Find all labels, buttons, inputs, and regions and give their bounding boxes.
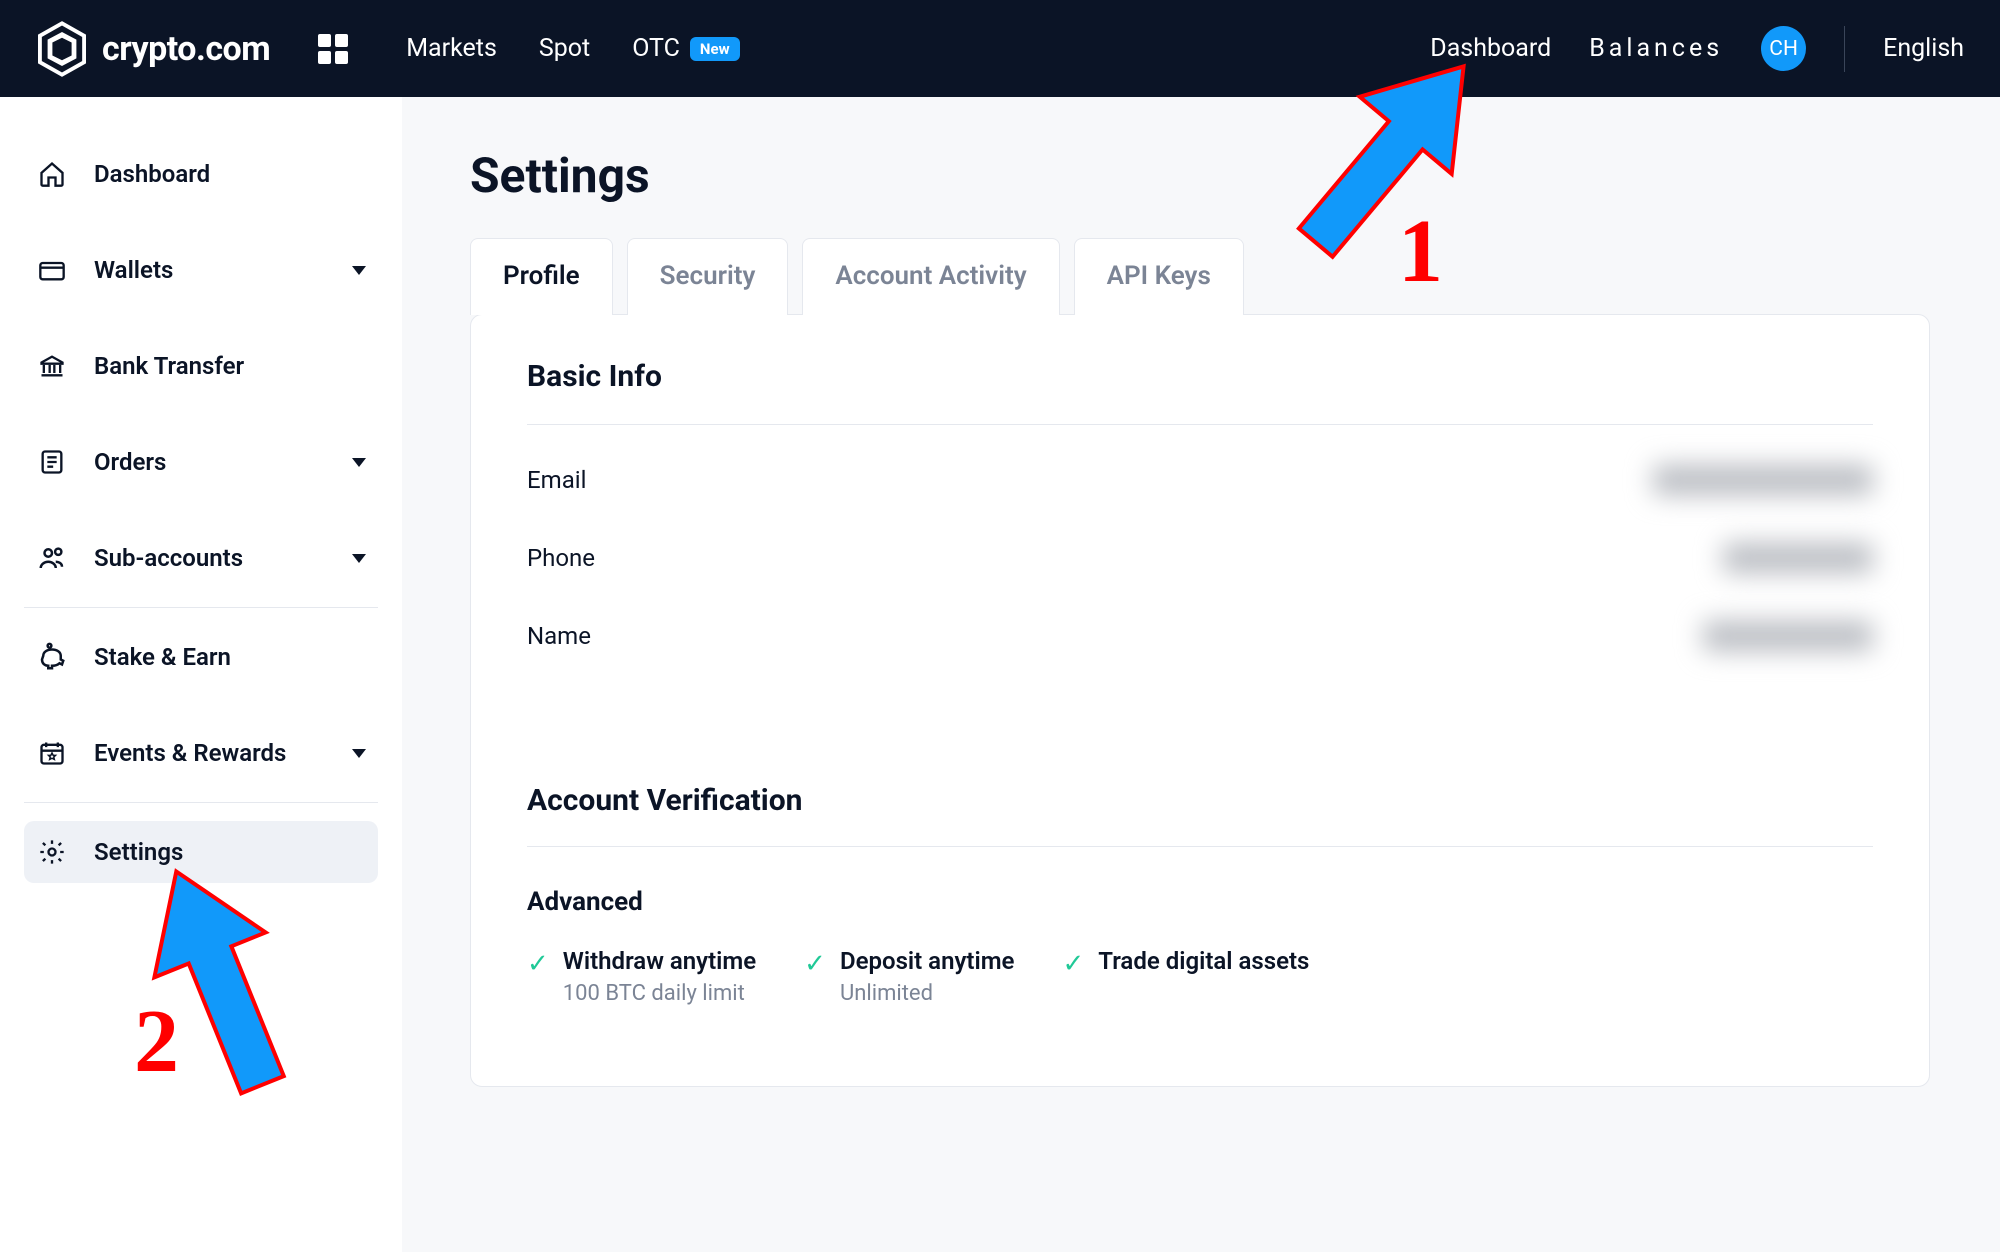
top-nav-left: crypto.com Markets Spot OTC New bbox=[36, 19, 740, 79]
advanced-features-row: ✓ Withdraw anytime 100 BTC daily limit ✓… bbox=[527, 947, 1873, 1006]
sidebar-item-label: Events & Rewards bbox=[94, 739, 286, 767]
field-value-phone-redacted bbox=[1723, 543, 1873, 573]
check-icon: ✓ bbox=[1062, 949, 1084, 979]
nav-link-otc-label: OTC bbox=[632, 34, 680, 63]
badge-new: New bbox=[690, 37, 740, 61]
divider bbox=[527, 424, 1873, 425]
orders-icon bbox=[36, 446, 68, 478]
check-icon: ✓ bbox=[804, 949, 826, 979]
top-nav-links: Markets Spot OTC New bbox=[406, 34, 739, 63]
main-content: Settings Profile Security Account Activi… bbox=[402, 97, 2000, 1252]
nav-link-spot[interactable]: Spot bbox=[539, 34, 590, 63]
brand-logo-text: crypto.com bbox=[102, 29, 270, 69]
field-row-email: Email bbox=[527, 465, 1873, 495]
language-selector[interactable]: English bbox=[1883, 34, 1964, 63]
advanced-sublabel: 100 BTC daily limit bbox=[563, 981, 756, 1006]
settings-tabs: Profile Security Account Activity API Ke… bbox=[470, 238, 1930, 315]
divider bbox=[527, 846, 1873, 847]
sidebar-item-label: Sub-accounts bbox=[94, 544, 243, 572]
nav-link-balances[interactable]: Balances bbox=[1589, 34, 1723, 63]
sidebar-item-orders[interactable]: Orders bbox=[24, 431, 378, 493]
advanced-label: Trade digital assets bbox=[1098, 947, 1309, 975]
sidebar-divider bbox=[24, 607, 378, 608]
avatar-initials: CH bbox=[1769, 37, 1798, 61]
basic-info-title: Basic Info bbox=[527, 359, 1873, 394]
chevron-down-icon bbox=[352, 554, 366, 563]
nav-link-markets[interactable]: Markets bbox=[406, 34, 497, 63]
sidebar-item-events-rewards[interactable]: Events & Rewards bbox=[24, 722, 378, 784]
advanced-title: Advanced bbox=[527, 887, 1873, 917]
avatar[interactable]: CH bbox=[1761, 26, 1806, 71]
field-label-phone: Phone bbox=[527, 544, 595, 572]
check-icon: ✓ bbox=[527, 949, 549, 979]
tab-api-keys[interactable]: API Keys bbox=[1074, 238, 1244, 315]
sidebar-item-label: Stake & Earn bbox=[94, 643, 231, 671]
account-verification-title: Account Verification bbox=[527, 783, 1873, 818]
sidebar-item-label: Bank Transfer bbox=[94, 352, 244, 380]
sidebar-item-dashboard[interactable]: Dashboard bbox=[24, 143, 378, 205]
chevron-down-icon bbox=[352, 749, 366, 758]
advanced-sublabel: Unlimited bbox=[840, 981, 1015, 1006]
gear-icon bbox=[36, 836, 68, 868]
wallet-icon bbox=[36, 254, 68, 286]
advanced-item-withdraw: ✓ Withdraw anytime 100 BTC daily limit bbox=[527, 947, 756, 1006]
brand-logo[interactable]: crypto.com bbox=[36, 19, 270, 79]
advanced-label: Deposit anytime bbox=[840, 947, 1015, 975]
nav-link-dashboard[interactable]: Dashboard bbox=[1430, 34, 1551, 63]
chevron-down-icon bbox=[352, 266, 366, 275]
calendar-star-icon bbox=[36, 737, 68, 769]
bank-icon bbox=[36, 350, 68, 382]
home-icon bbox=[36, 158, 68, 190]
sidebar: Dashboard Wallets Bank Transfer bbox=[0, 97, 402, 1252]
sidebar-item-wallets[interactable]: Wallets bbox=[24, 239, 378, 301]
sidebar-item-label: Dashboard bbox=[94, 160, 210, 188]
chevron-down-icon bbox=[352, 458, 366, 467]
divider bbox=[1844, 26, 1845, 72]
top-nav-bar: crypto.com Markets Spot OTC New Dashboar… bbox=[0, 0, 2000, 97]
top-nav-right: Dashboard Balances CH English bbox=[1430, 26, 1964, 72]
app-switcher-icon[interactable] bbox=[318, 34, 348, 64]
advanced-label: Withdraw anytime bbox=[563, 947, 756, 975]
sidebar-divider bbox=[24, 802, 378, 803]
piggy-icon bbox=[36, 641, 68, 673]
field-label-email: Email bbox=[527, 466, 586, 494]
field-label-name: Name bbox=[527, 622, 591, 650]
field-value-email-redacted bbox=[1653, 465, 1873, 495]
advanced-item-trade: ✓ Trade digital assets bbox=[1062, 947, 1309, 1006]
nav-link-otc[interactable]: OTC New bbox=[632, 34, 739, 63]
sidebar-item-label: Orders bbox=[94, 448, 166, 476]
users-icon bbox=[36, 542, 68, 574]
tab-security[interactable]: Security bbox=[627, 238, 789, 315]
sidebar-item-label: Settings bbox=[94, 838, 183, 866]
sidebar-item-sub-accounts[interactable]: Sub-accounts bbox=[24, 527, 378, 589]
field-row-name: Name bbox=[527, 621, 1873, 651]
field-value-name-redacted bbox=[1703, 621, 1873, 651]
sidebar-item-settings[interactable]: Settings bbox=[24, 821, 378, 883]
field-row-phone: Phone bbox=[527, 543, 1873, 573]
profile-card: Basic Info Email Phone Name Account Veri… bbox=[470, 314, 1930, 1087]
sidebar-item-label: Wallets bbox=[94, 256, 173, 284]
sidebar-item-bank-transfer[interactable]: Bank Transfer bbox=[24, 335, 378, 397]
advanced-item-deposit: ✓ Deposit anytime Unlimited bbox=[804, 947, 1014, 1006]
sidebar-item-stake-earn[interactable]: Stake & Earn bbox=[24, 626, 378, 688]
brand-logo-icon bbox=[36, 19, 88, 79]
page-title: Settings bbox=[470, 147, 1930, 204]
tab-account-activity[interactable]: Account Activity bbox=[802, 238, 1059, 315]
tab-profile[interactable]: Profile bbox=[470, 238, 613, 315]
